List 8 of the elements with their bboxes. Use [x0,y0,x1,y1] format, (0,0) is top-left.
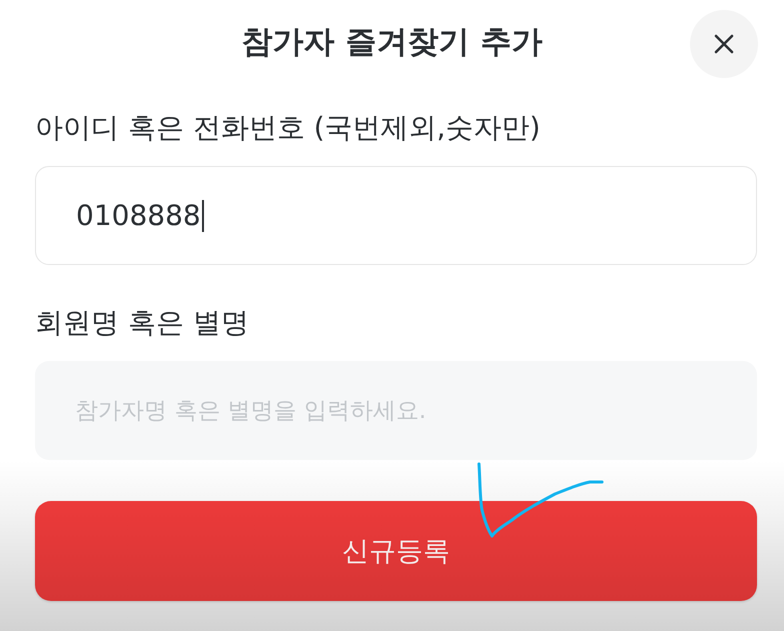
close-icon [714,34,734,54]
text-cursor-icon [202,200,204,232]
dialog-title: 참가자 즐겨찾기 추가 [242,23,542,62]
register-button[interactable]: 신규등록 [35,501,757,601]
field-label: 아이디 혹은 전화번호 (국번제외,숫자만) [35,110,542,146]
text-input-field[interactable]: 0108888 [35,166,757,265]
field-label: 회원명 혹은 별명 [35,305,250,341]
pen-check-mark-icon [476,460,604,540]
